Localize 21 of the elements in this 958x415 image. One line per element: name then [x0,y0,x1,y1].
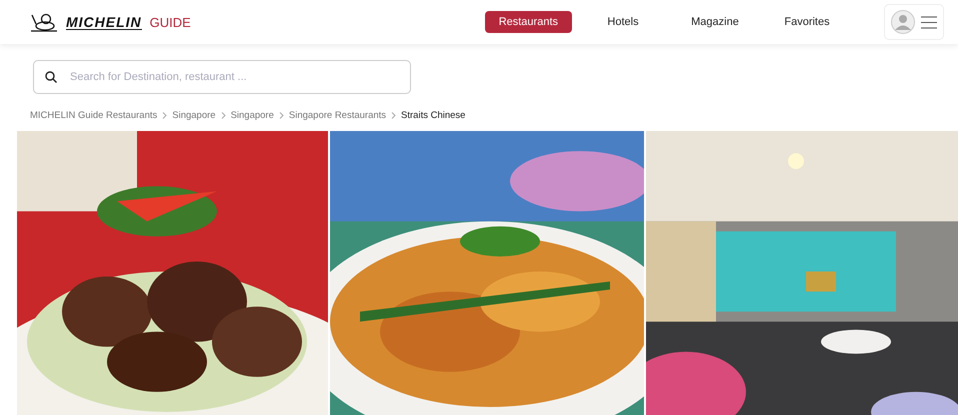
chevron-icon [162,112,168,118]
avatar-icon [891,10,915,34]
chevron-icon [220,112,226,118]
search-icon [45,71,57,83]
breadcrumb-link[interactable]: Singapore [172,110,216,120]
breadcrumb-link[interactable]: MICHELIN Guide Restaurants [30,110,158,120]
breadcrumb-link[interactable]: Straits Chinese [401,110,466,120]
nav-tab[interactable]: Magazine [674,11,756,33]
logo-icon [30,12,58,32]
logo-wordmark: MICHELIN [66,14,142,30]
account-menu-button[interactable] [884,4,944,40]
chevron-icon [391,112,396,118]
breadcrumb-link[interactable]: Singapore [230,110,274,120]
nav-tab[interactable]: Hotels [582,11,664,33]
search-field[interactable]: Search for Destination, restaurant ... [33,60,411,94]
chevron-icon [278,112,284,118]
nav-tab[interactable]: Restaurants [484,11,572,33]
menu-icon [921,16,937,28]
logo-suffix: GUIDE [150,14,191,30]
nav-tab[interactable]: Favorites [766,11,848,33]
breadcrumb-link[interactable]: Singapore Restaurants [288,110,386,120]
